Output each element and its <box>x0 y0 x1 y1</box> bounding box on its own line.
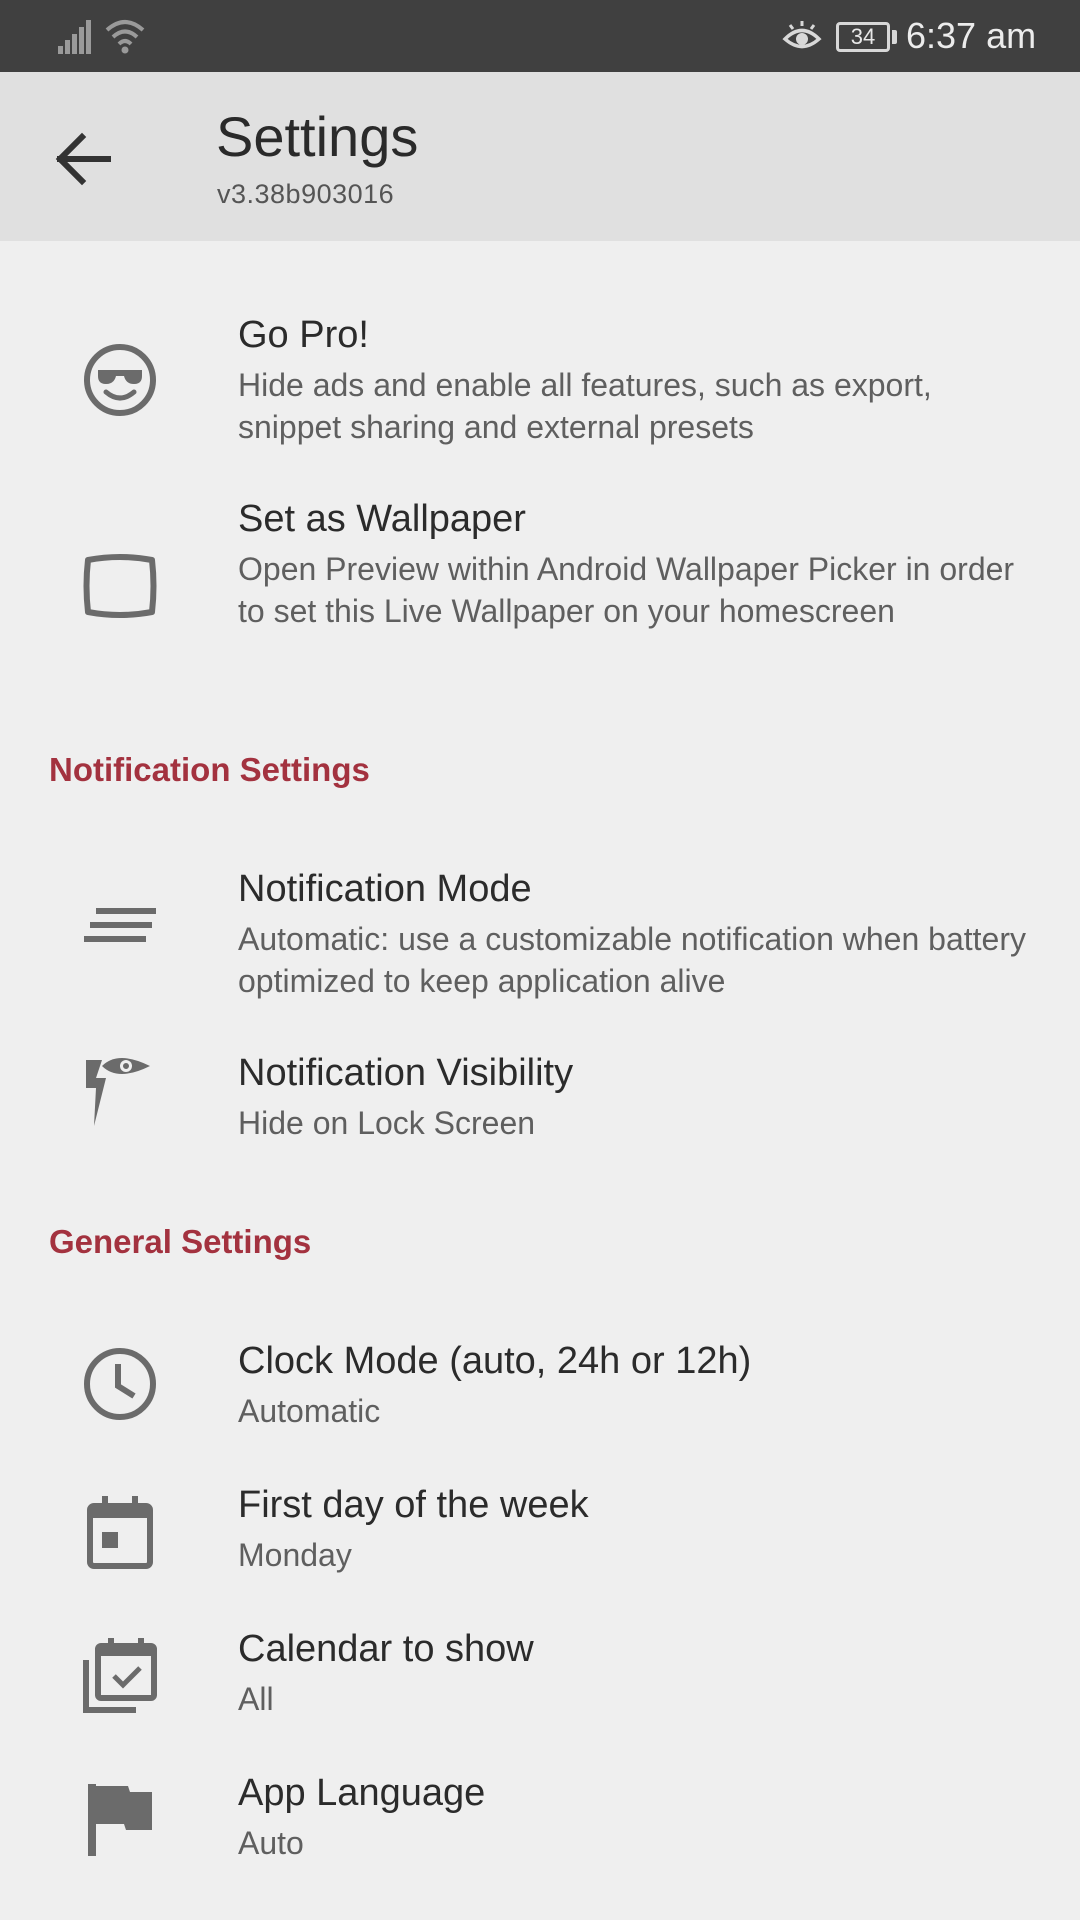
wifi-icon <box>104 18 146 54</box>
setting-summary: All <box>238 1681 274 1717</box>
setting-title: Notification Mode <box>238 868 532 910</box>
signal-icon <box>58 20 94 54</box>
app-bar: Settings v3.38b903016 <box>0 72 1080 241</box>
page-title: Settings <box>216 105 419 168</box>
clock-icon <box>80 1348 160 1428</box>
back-arrow-icon[interactable] <box>52 127 116 191</box>
flash-eye-icon <box>80 1050 160 1130</box>
setting-summary: Monday <box>238 1537 352 1573</box>
eye-comfort-icon <box>782 20 822 54</box>
setting-title: Clock Mode (auto, 24h or 12h) <box>238 1340 752 1382</box>
setting-go-pro[interactable]: Go Pro! Hide ads and enable all features… <box>0 312 1080 462</box>
setting-set-wallpaper[interactable]: Set as Wallpaper Open Preview within And… <box>0 496 1080 676</box>
setting-summary: Automatic <box>238 1393 381 1429</box>
notes-icon <box>80 894 160 974</box>
setting-title: First day of the week <box>238 1484 589 1526</box>
calendar-multiple-check-icon <box>80 1636 160 1716</box>
setting-summary: Auto <box>238 1825 304 1861</box>
section-header-general: General Settings <box>49 1223 312 1260</box>
setting-title: Go Pro! <box>238 314 369 356</box>
setting-notification-mode[interactable]: Notification Mode Automatic: use a custo… <box>0 866 1080 1016</box>
setting-first-day-of-week[interactable]: First day of the week Monday <box>0 1482 1080 1592</box>
setting-notification-visibility[interactable]: Notification Visibility Hide on Lock Scr… <box>0 1050 1080 1160</box>
setting-clock-mode[interactable]: Clock Mode (auto, 24h or 12h) Automatic <box>0 1338 1080 1448</box>
battery-terminal <box>892 30 897 44</box>
setting-summary: Automatic: use a customizable notificati… <box>238 921 1026 999</box>
flag-icon <box>80 1780 160 1860</box>
battery-icon: 34 <box>836 22 890 52</box>
setting-title: Calendar to show <box>238 1628 534 1670</box>
version-subtitle: v3.38b903016 <box>217 179 395 209</box>
setting-summary: Open Preview within Android Wallpaper Pi… <box>238 551 1015 629</box>
status-bar: 34 6:37 am <box>0 0 1080 72</box>
clock-time: 6:37 am <box>906 15 1037 56</box>
sunglasses-face-icon <box>80 340 160 420</box>
setting-summary: Hide ads and enable all features, such a… <box>238 367 932 445</box>
setting-title: Set as Wallpaper <box>238 498 526 540</box>
setting-title: App Language <box>238 1772 486 1814</box>
screen-icon <box>80 546 160 626</box>
setting-summary: Hide on Lock Screen <box>238 1105 536 1141</box>
setting-title: Notification Visibility <box>238 1052 574 1094</box>
setting-app-language[interactable]: App Language Auto <box>0 1770 1080 1880</box>
calendar-day-icon <box>80 1492 160 1572</box>
section-header-notification: Notification Settings <box>49 751 370 788</box>
setting-calendar-to-show[interactable]: Calendar to show All <box>0 1626 1080 1736</box>
